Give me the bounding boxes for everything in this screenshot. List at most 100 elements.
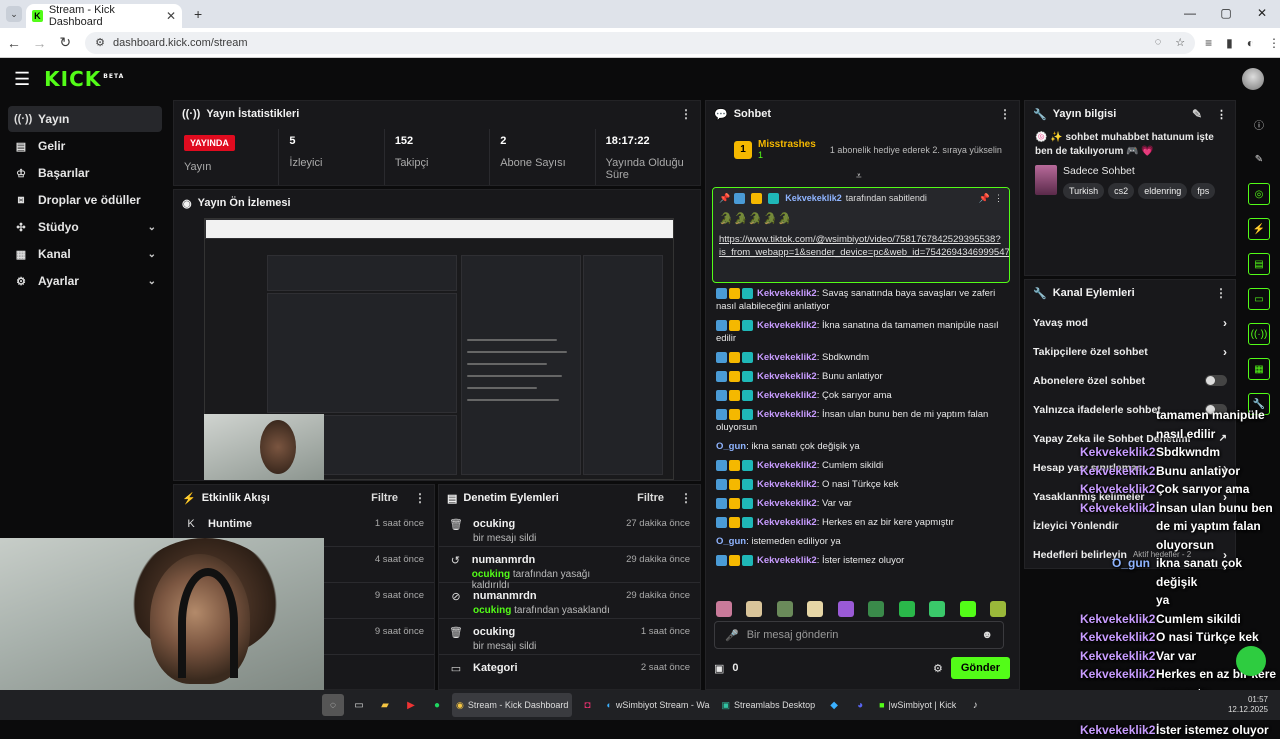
- chat-message[interactable]: Kekvekeklik2: Herkes en az bir kere yapm…: [706, 516, 1018, 529]
- pinned-message[interactable]: 📌Kekvekeklik2tarafından sabitlendi📌⋮ 🐊🐊🐊…: [712, 187, 1010, 283]
- edit-icon[interactable]: ✎: [1248, 148, 1270, 170]
- discord-icon[interactable]: ◕: [849, 694, 871, 716]
- more-options-icon[interactable]: ⋮: [1215, 286, 1227, 300]
- emote-icon[interactable]: [716, 601, 732, 617]
- taskbar-app[interactable]: ◉Stream - Kick Dashboard: [452, 693, 572, 717]
- microphone-icon[interactable]: 🎤: [725, 629, 739, 642]
- reload-icon[interactable]: ↻: [53, 34, 77, 51]
- youtube-icon[interactable]: ▶: [400, 694, 422, 716]
- emote-icon[interactable]: [807, 601, 823, 617]
- chevron-right-icon[interactable]: ›: [1223, 345, 1227, 359]
- browser-tab[interactable]: K Stream - Kick Dashboard ✕: [26, 4, 182, 28]
- tag-chip[interactable]: eldenring: [1138, 183, 1187, 199]
- more-options-icon[interactable]: ⋮: [680, 491, 692, 505]
- info-icon[interactable]: ⓘ: [1248, 113, 1270, 135]
- camera-icon[interactable]: ◎: [1248, 183, 1270, 205]
- address-bar[interactable]: ⚙ dashboard.kick.com/stream ◌ ☆: [85, 32, 1195, 54]
- extension-icon[interactable]: ≡: [1205, 36, 1212, 50]
- chat-input[interactable]: 🎤 Bir mesaj gönderin ☻: [714, 621, 1004, 649]
- emote-icon[interactable]: [929, 601, 945, 617]
- profile-icon[interactable]: ◐: [1247, 36, 1254, 50]
- chat-message[interactable]: Kekvekeklik2: Savaş sanatında baya savaş…: [706, 287, 1018, 313]
- moderation-item[interactable]: ↺numanmrdnocuking tarafından yasağı kald…: [439, 547, 700, 583]
- emote-icon[interactable]: [746, 601, 762, 617]
- channel-action-row[interactable]: Abonelere özel sohbet: [1025, 366, 1235, 395]
- chat-username[interactable]: Kekvekeklik2: [757, 555, 817, 566]
- chat-username[interactable]: Kekvekeklik2: [757, 498, 817, 509]
- chat-message[interactable]: Kekvekeklik2: Sbdkwndm: [706, 351, 1018, 364]
- chat-username[interactable]: Kekvekeklik2: [757, 320, 817, 331]
- moderation-item[interactable]: 🗑ocukingbir mesajı sildi1 saat önce: [439, 619, 700, 655]
- edit-icon[interactable]: ✎: [1192, 107, 1202, 121]
- hamburger-menu-icon[interactable]: ☰: [14, 69, 30, 90]
- chat-username[interactable]: Kekvekeklik2: [757, 371, 817, 382]
- bookmark-star-icon[interactable]: ☆: [1175, 36, 1185, 49]
- chat-message[interactable]: O_gun: ikna sanatı çok değişik ya: [706, 440, 1018, 453]
- more-options-icon[interactable]: ⋮: [680, 107, 692, 121]
- new-tab-icon[interactable]: +: [194, 6, 202, 22]
- filter-button[interactable]: Filtre: [637, 492, 664, 504]
- tag-chip[interactable]: fps: [1191, 183, 1215, 199]
- close-tab-icon[interactable]: ✕: [166, 9, 176, 23]
- pin-icon[interactable]: 📌: [979, 193, 990, 204]
- document-icon[interactable]: ▤: [1248, 253, 1270, 275]
- moderation-item[interactable]: 🗑ocukingbir mesajı sildi27 dakika önce: [439, 511, 700, 547]
- maximize-icon[interactable]: ▢: [1208, 0, 1244, 26]
- chat-message[interactable]: Kekvekeklik2: İster istemez oluyor: [706, 554, 1018, 567]
- site-info-icon[interactable]: ⚙: [95, 36, 105, 49]
- sidebar-item[interactable]: ((·))Yayın: [8, 106, 162, 132]
- emote-icon[interactable]: [899, 601, 915, 617]
- emote-icon[interactable]: [777, 601, 793, 617]
- broadcast-icon[interactable]: ((·)): [1248, 323, 1270, 345]
- menu-icon[interactable]: ⋮: [1268, 36, 1280, 50]
- tag-chip[interactable]: cs2: [1108, 183, 1134, 199]
- chevron-down-icon[interactable]: ⌄: [148, 249, 156, 260]
- kick-logo[interactable]: KICKBETA: [44, 67, 124, 91]
- sidebar-item[interactable]: ⧈Droplar ve ödüller: [8, 187, 162, 213]
- clock[interactable]: 01:5712.12.2025: [1228, 695, 1268, 715]
- chat-message[interactable]: Kekvekeklik2: İkna sanatına da tamamen m…: [706, 319, 1018, 345]
- chevron-right-icon[interactable]: ›: [1223, 316, 1227, 330]
- taskbar-icon[interactable]: ◆: [823, 694, 845, 716]
- filter-button[interactable]: Filtre: [371, 492, 398, 504]
- tab-search-icon[interactable]: ⌄: [6, 6, 22, 22]
- sidebar-item[interactable]: ▤Gelir: [8, 133, 162, 159]
- lightning-icon[interactable]: ⚡: [1248, 218, 1270, 240]
- chat-icon[interactable]: ▭: [1248, 288, 1270, 310]
- sidebar-item[interactable]: ♔Başarılar: [8, 160, 162, 186]
- toggle-switch[interactable]: [1205, 375, 1227, 386]
- more-options-icon[interactable]: ⋮: [994, 193, 1003, 204]
- emote-icon[interactable]: [990, 601, 1006, 617]
- instagram-icon[interactable]: ◘: [576, 694, 598, 716]
- chevron-down-icon[interactable]: ⌄: [148, 222, 156, 233]
- chat-settings-icon[interactable]: ⚙: [933, 662, 943, 675]
- more-options-icon[interactable]: ⋮: [999, 107, 1011, 121]
- chat-username[interactable]: Kekvekeklik2: [757, 352, 817, 363]
- chat-message[interactable]: Kekvekeklik2: Bunu anlatiyor: [706, 370, 1018, 383]
- tiktok-icon[interactable]: ♪: [964, 694, 986, 716]
- sidebar-item[interactable]: ✣Stüdyo⌄: [8, 214, 162, 240]
- eye-off-icon[interactable]: ◌: [1155, 36, 1162, 49]
- chat-message[interactable]: Kekvekeklik2: Cumlem sikildi: [706, 459, 1018, 472]
- chat-message[interactable]: O_gun: istemeden ediliyor ya: [706, 535, 1018, 548]
- chat-username[interactable]: O_gun: [716, 536, 746, 547]
- send-button[interactable]: Gönder: [951, 657, 1010, 679]
- chat-message[interactable]: Kekvekeklik2: Çok sarıyor ama: [706, 389, 1018, 402]
- extension-icon[interactable]: ▮: [1226, 36, 1233, 50]
- chat-message[interactable]: Kekvekeklik2: Var var: [706, 497, 1018, 510]
- chat-username[interactable]: Kekvekeklik2: [757, 479, 817, 490]
- emote-icon[interactable]: [838, 601, 854, 617]
- forward-icon[interactable]: →: [28, 35, 52, 51]
- tag-chip[interactable]: Turkish: [1063, 183, 1104, 199]
- points-icon[interactable]: ▣: [714, 662, 724, 675]
- chat-username[interactable]: Kekvekeklik2: [757, 288, 817, 299]
- chat-username[interactable]: Kekvekeklik2: [757, 409, 817, 420]
- channel-action-row[interactable]: Yavaş mod›: [1025, 308, 1235, 337]
- more-options-icon[interactable]: ⋮: [1216, 108, 1227, 121]
- user-avatar[interactable]: [1242, 68, 1264, 90]
- chat-username[interactable]: O_gun: [716, 441, 746, 452]
- chat-username[interactable]: Kekvekeklik2: [757, 390, 817, 401]
- chevron-down-icon[interactable]: ⌄: [148, 276, 156, 287]
- pinned-link[interactable]: https://www.tiktok.com/@wsimbiyot/video/…: [713, 230, 1009, 262]
- back-icon[interactable]: ←: [2, 35, 26, 51]
